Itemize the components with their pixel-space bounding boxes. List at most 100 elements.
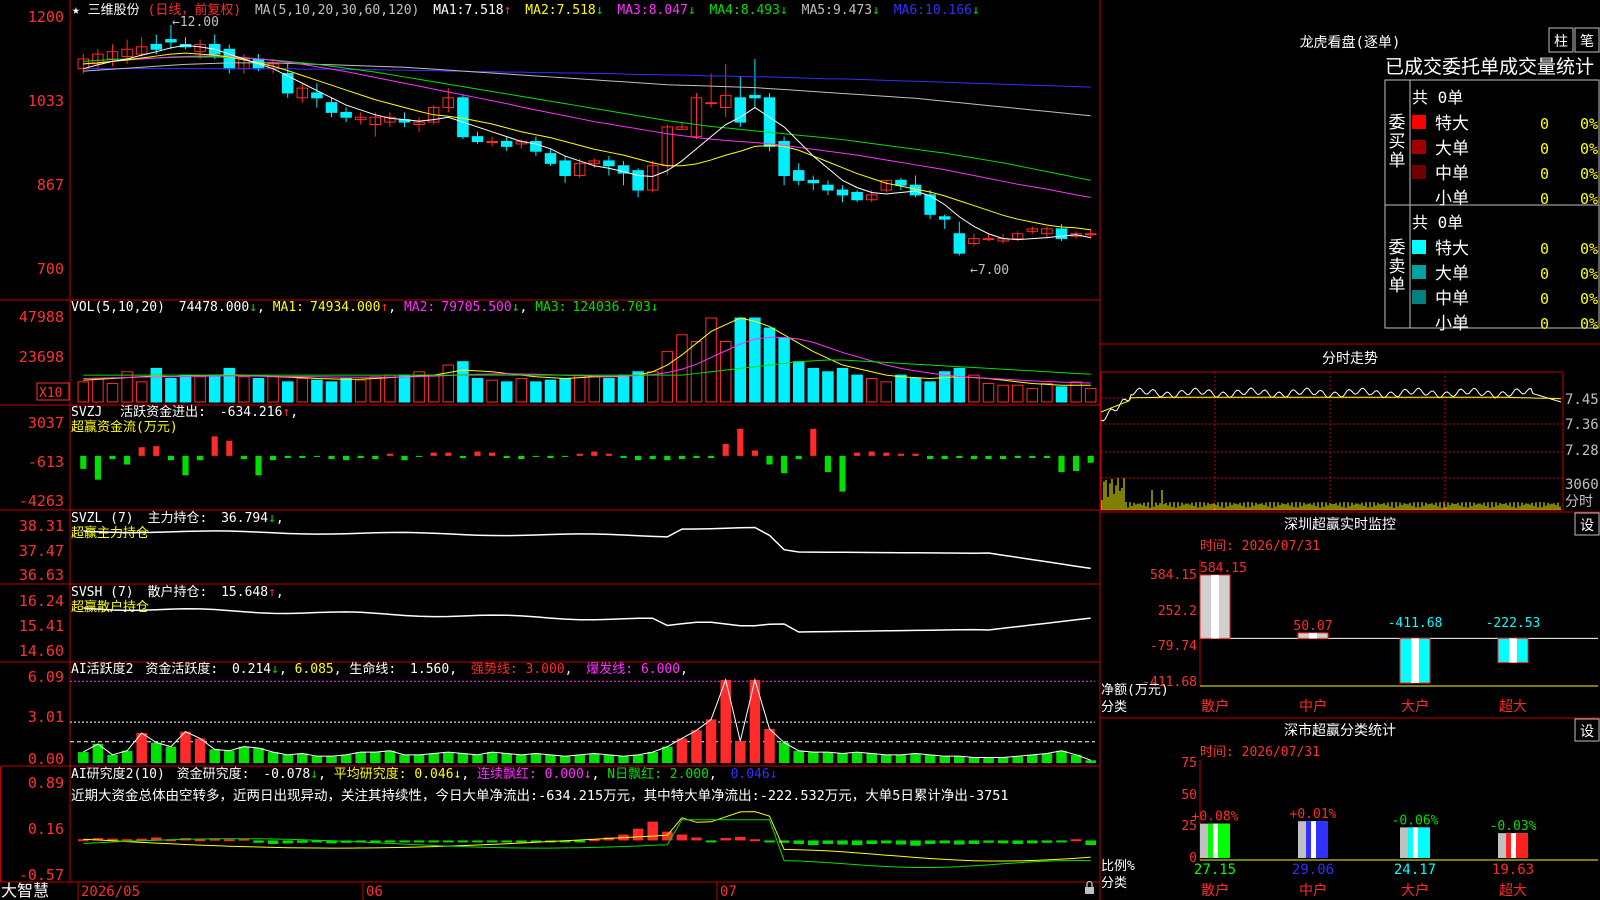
intraday-axis-tick: 7.45 (1565, 392, 1599, 408)
vol-unit-label: X10 (39, 386, 62, 401)
lock-icon[interactable] (1085, 880, 1094, 895)
activity-bar (691, 730, 702, 763)
ma120-line (83, 68, 1091, 88)
volume-bar (690, 341, 703, 403)
research-bar (851, 840, 863, 846)
candle (311, 92, 323, 99)
classify-xlabel: 分类 (1101, 876, 1127, 891)
monitor-ylabel: 净额(万元) (1101, 683, 1169, 698)
ai-act-label: 资金活跃度: (145, 661, 218, 677)
activity-bar (326, 756, 337, 763)
flow-bar (1000, 455, 1007, 460)
volume-bar (427, 374, 440, 403)
low-arrow-icon: ← (970, 263, 978, 278)
candlestick-chart[interactable] (77, 24, 1097, 256)
price-line (1100, 387, 1562, 422)
side-char: 卖 (1389, 257, 1406, 277)
research-bar (297, 840, 308, 843)
order-size-label: 特大 (1435, 114, 1469, 134)
monitor-axis-tick: 252.2 (1158, 604, 1197, 619)
intraday-chart[interactable] (1100, 371, 1564, 511)
ma60-line (83, 62, 1091, 117)
order-count: 0 (1540, 290, 1549, 308)
research-bar (472, 840, 483, 843)
main-axis-tick: 1200 (28, 8, 64, 26)
volume-bar (252, 377, 265, 403)
ma4-arrow: ↓ (780, 3, 788, 18)
classify-category: 大户 (1401, 882, 1429, 899)
volume-bar (865, 377, 878, 403)
ai-res-streak: 连续飘红: 0.000↓ (477, 766, 592, 782)
classify-category: 散户 (1201, 882, 1229, 899)
flow-bar (167, 455, 174, 461)
candle (851, 191, 863, 201)
capital-flow-chart (80, 428, 1094, 492)
flow-bar (649, 455, 656, 460)
order-percent: 0% (1580, 115, 1598, 133)
avg-research-line (83, 811, 1091, 862)
order-percent: 0% (1580, 290, 1598, 308)
flow-bar (138, 447, 145, 456)
research-bar (691, 837, 702, 841)
volume-bar (924, 381, 936, 403)
research-bar (764, 840, 775, 843)
flow-bar (182, 455, 189, 476)
candle (749, 94, 761, 99)
candle (471, 136, 484, 143)
classify-category: 中户 (1299, 882, 1327, 899)
favorite-star-icon[interactable]: ★ (72, 3, 80, 18)
order-size-label: 中单 (1435, 164, 1469, 184)
volume-bar (559, 377, 571, 403)
tab-tick-label[interactable]: 笔 (1580, 34, 1594, 50)
classify-settings-label[interactable]: 设 (1580, 724, 1594, 740)
tab-column-label[interactable]: 柱 (1554, 34, 1568, 50)
activity-bar (457, 753, 469, 763)
ai-res-last: 0.046↓ (731, 767, 778, 782)
ai-act-arrow: ↓ (271, 662, 279, 677)
candle (938, 216, 951, 220)
volume-bar (1011, 384, 1024, 403)
dragon-title: 龙虎看盘(逐单) (1300, 34, 1401, 51)
order-swatch (1412, 165, 1426, 179)
monitor-bar-label: 50.07 (1293, 619, 1332, 634)
activity-bar (808, 752, 819, 763)
research-bar (983, 840, 994, 843)
vol-ma2-value: 79705.500 (441, 300, 511, 315)
vol-value: 74478.000 (179, 300, 249, 315)
flow-bar (897, 453, 904, 456)
order-swatch (1412, 115, 1426, 129)
activity-bar (968, 757, 980, 763)
flow-bar (284, 455, 291, 459)
main-axis-tick: 700 (37, 260, 64, 278)
activity-bar (735, 741, 746, 763)
flow-bar (328, 455, 335, 460)
stock-name[interactable]: 三维股份 (88, 3, 140, 18)
flow-bar (562, 455, 569, 457)
research-bar (1027, 840, 1038, 844)
ma6-label: MA6: (894, 3, 925, 18)
research-bar (735, 836, 746, 841)
ma1-label: MA1: (433, 3, 464, 18)
activity-bar (78, 752, 89, 763)
volume-bar (77, 381, 90, 403)
volume-bar (749, 317, 761, 403)
monitor-settings-label[interactable]: 设 (1580, 518, 1594, 534)
flow-bar (956, 455, 963, 459)
monitor-category: 超大 (1499, 699, 1527, 715)
activity-bar (866, 753, 877, 763)
intraday-frame (1100, 371, 1564, 511)
side-char: 买 (1389, 132, 1406, 152)
order-swatch (1412, 290, 1426, 304)
stock-terminal: ★ 三维股份 (日线，前复权) MA(5,10,20,30,60,120) MA… (0, 0, 1600, 900)
svg-text:AI研究度2(10) 资金研究度: -0.0: AI研究度2(10) 资金研究度: -0.078↓, 平均研究度: 0.046↓… (71, 766, 778, 782)
activity-bar (238, 746, 250, 763)
side-char: 委 (1389, 113, 1406, 133)
date-tick: 06 (366, 884, 383, 900)
flow-bar (240, 455, 247, 460)
activity-bar (384, 750, 396, 763)
volume-bar (223, 367, 236, 403)
monitor-axis-tick: -79.74 (1150, 639, 1197, 654)
svzj-axis-tick: 3037 (28, 414, 64, 432)
volume-bar (938, 371, 951, 403)
volume-bar (369, 376, 382, 403)
